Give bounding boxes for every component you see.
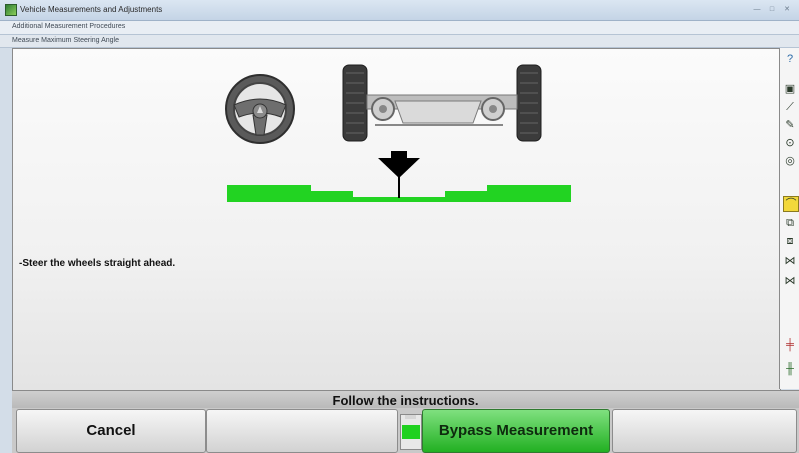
window-controls: — □ ✕ [751, 5, 793, 14]
breadcrumb-procedure: Additional Measurement Procedures [0, 21, 799, 35]
front-axle-icon [342, 64, 542, 142]
app-logo-icon [5, 4, 17, 16]
wrench-icon[interactable]: ✎ [783, 118, 797, 132]
rear-axle-icon[interactable]: ╪ [783, 338, 797, 352]
title-bar: Vehicle Measurements and Adjustments — □… [0, 0, 799, 21]
minimize-button[interactable]: — [751, 5, 763, 14]
status-bar: Follow the instructions. [12, 390, 799, 409]
empty-function-button[interactable] [206, 409, 398, 453]
application-window: Vehicle Measurements and Adjustments — □… [0, 0, 799, 453]
help-icon[interactable]: ? [783, 52, 797, 66]
measurement-level-indicator [400, 414, 422, 450]
breadcrumb-step-label: Measure Maximum Steering Angle [12, 37, 119, 44]
steering-angle-icon[interactable]: ◎ [783, 154, 797, 168]
axle-icon[interactable]: ⌒ [783, 196, 799, 212]
status-message: Follow the instructions. [332, 393, 479, 408]
caster-icon[interactable]: ⊙ [783, 136, 797, 150]
vehicle-icon[interactable]: ▣ [783, 82, 797, 96]
indicator-fill [402, 425, 420, 439]
cancel-button[interactable]: Cancel [16, 409, 206, 453]
bypass-measurement-button[interactable]: Bypass Measurement [422, 409, 610, 453]
steering-graphic [225, 64, 571, 202]
window-title: Vehicle Measurements and Adjustments [20, 5, 163, 14]
indicator-cap [405, 415, 416, 419]
breadcrumb-step: Measure Maximum Steering Angle [0, 35, 799, 48]
maximize-button[interactable]: □ [766, 5, 778, 14]
empty-function-button-right[interactable] [612, 409, 797, 453]
breadcrumb-procedure-label: Additional Measurement Procedures [12, 23, 126, 30]
side-toolbar: ? ▣ ⟋ ✎ ⊙ ◎ ⌒ ⧉ ⧈ ⋈ ⋈ ╪ ╫ [779, 48, 799, 389]
steering-wheel-icon [225, 74, 295, 144]
chassis-icon[interactable]: ╫ [783, 362, 797, 376]
instruction-text: -Steer the wheels straight ahead. [19, 258, 176, 269]
measurement-panel: -Steer the wheels straight ahead. [12, 48, 781, 391]
function-button-bar: Cancel Bypass Measurement [12, 408, 799, 453]
close-button[interactable]: ✕ [781, 5, 793, 14]
toe-icon[interactable]: ⋈ [783, 254, 797, 268]
camber-icon[interactable]: ⟋ [783, 100, 797, 114]
wheels-icon[interactable]: ⧉ [783, 216, 797, 230]
center-pointer-icon [378, 151, 420, 198]
tire-icon[interactable]: ⧈ [783, 234, 797, 248]
measure-icon[interactable]: ⋈ [783, 274, 797, 288]
